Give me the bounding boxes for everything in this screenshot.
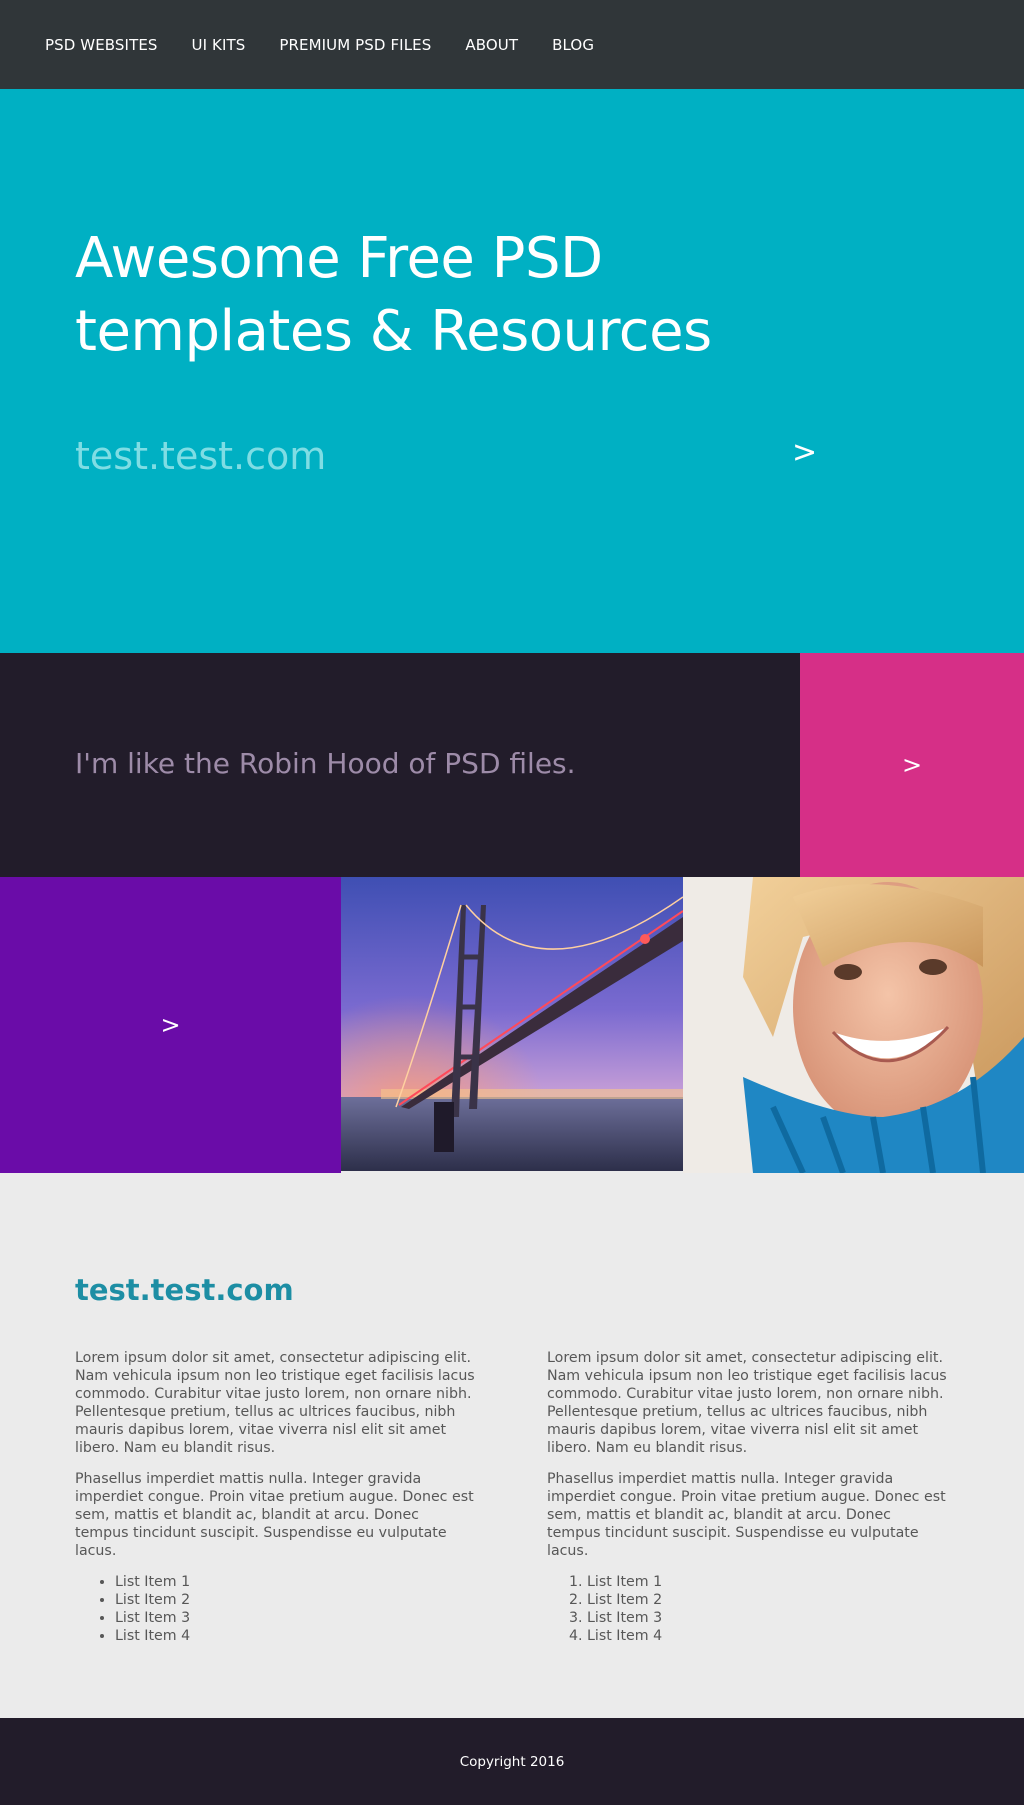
list-item: List Item 1	[587, 1573, 947, 1591]
quote-text: I'm like the Robin Hood of PSD files.	[75, 747, 576, 780]
copyright-text: Copyright 2016	[459, 1753, 565, 1770]
list-item: List Item 2	[115, 1591, 475, 1609]
right-paragraph-2: Phasellus imperdiet mattis nulla. Intege…	[547, 1471, 946, 1559]
list-item: List Item 2	[587, 1591, 947, 1609]
list-item: List Item 3	[115, 1609, 475, 1627]
content-column-left: Lorem ipsum dolor sit amet, consectetur …	[75, 1349, 475, 1645]
right-paragraph-1: Lorem ipsum dolor sit amet, consectetur …	[547, 1350, 947, 1456]
pink-arrow-button[interactable]: >	[800, 653, 1024, 877]
nav-item-premium-psd-files[interactable]: PREMIUM PSD FILES	[279, 36, 431, 54]
content-section: test.test.com Lorem ipsum dolor sit amet…	[0, 1173, 1024, 1718]
hero-section: Awesome Free PSD templates & Resources t…	[0, 89, 1024, 653]
footer: Copyright 2016	[0, 1718, 1024, 1805]
bullet-list: List Item 1 List Item 2 List Item 3 List…	[115, 1573, 475, 1645]
hero-title-line-2: templates & Resources	[75, 299, 712, 364]
hero-title: Awesome Free PSD templates & Resources	[75, 222, 835, 368]
purple-arrow-icon: >	[160, 1011, 181, 1039]
list-item: List Item 4	[587, 1627, 947, 1645]
quote-band: I'm like the Robin Hood of PSD files.	[0, 653, 800, 877]
nav-item-blog[interactable]: BLOG	[552, 36, 594, 54]
pink-arrow-icon: >	[901, 751, 923, 779]
hero-url: test.test.com	[75, 434, 327, 478]
content-title: test.test.com	[75, 1273, 294, 1307]
bridge-photo	[341, 877, 683, 1171]
nav-item-psd-websites[interactable]: PSD WEBSITES	[45, 36, 158, 54]
hero-title-line-1: Awesome Free PSD	[75, 226, 603, 291]
nav-item-ui-kits[interactable]: UI KITS	[192, 36, 246, 54]
content-column-right: Lorem ipsum dolor sit amet, consectetur …	[547, 1349, 947, 1645]
numbered-list: List Item 1 List Item 2 List Item 3 List…	[587, 1573, 947, 1645]
top-navigation: PSD WEBSITES UI KITS PREMIUM PSD FILES A…	[0, 0, 1024, 89]
list-item: List Item 4	[115, 1627, 475, 1645]
hero-arrow-button[interactable]: >	[792, 435, 817, 470]
left-paragraph-1: Lorem ipsum dolor sit amet, consectetur …	[75, 1350, 475, 1456]
list-item: List Item 1	[115, 1573, 475, 1591]
woman-photo	[683, 877, 1024, 1173]
nav-item-about[interactable]: ABOUT	[465, 36, 518, 54]
list-item: List Item 3	[587, 1609, 947, 1627]
left-paragraph-2: Phasellus imperdiet mattis nulla. Intege…	[75, 1471, 474, 1559]
purple-arrow-button[interactable]: >	[0, 877, 341, 1173]
